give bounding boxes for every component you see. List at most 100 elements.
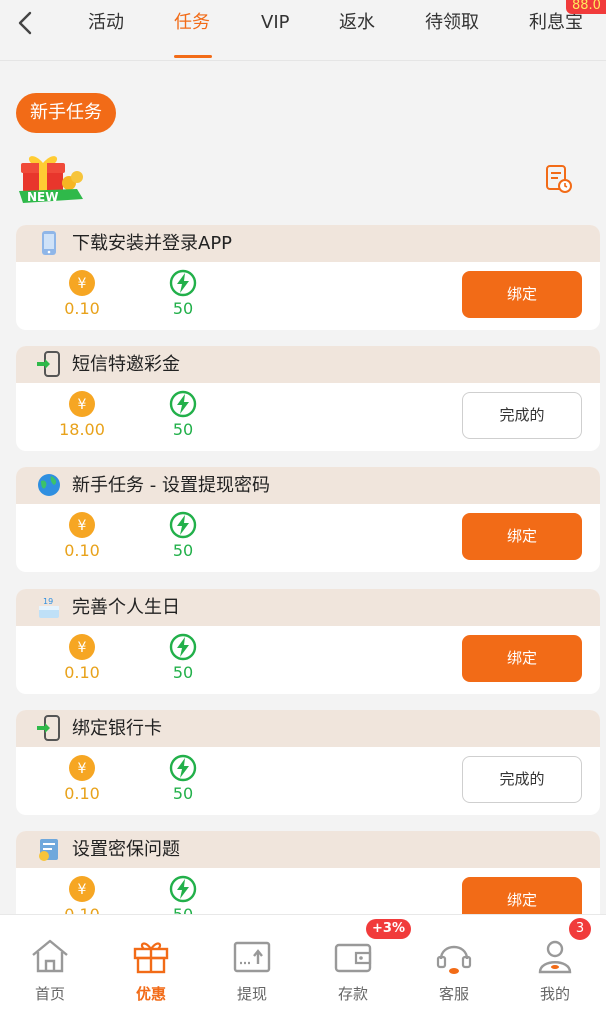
security-question-icon [39, 839, 58, 861]
bind-button[interactable]: 绑定 [462, 513, 582, 560]
task-card: 新手任务 - 设置提现密码 ¥0.10 50 绑定 [16, 467, 600, 572]
task-card-header: 新手任务 - 设置提现密码 [16, 467, 600, 504]
coin-icon: ¥ [69, 512, 95, 538]
lightning-icon [169, 633, 197, 661]
completed-button[interactable]: 完成的 [462, 756, 582, 803]
task-history-icon[interactable] [545, 164, 573, 194]
task-title: 完善个人生日 [72, 597, 180, 618]
tab-tasks[interactable]: 任务 [174, 11, 210, 39]
tab-vip[interactable]: VIP [261, 11, 289, 39]
energy-reward: 50 [153, 511, 213, 560]
headset-icon [436, 945, 472, 974]
bind-button[interactable]: 绑定 [462, 635, 582, 682]
tab-pending[interactable]: 待领取 [425, 11, 479, 39]
tab-rebate[interactable]: 返水 [339, 11, 375, 39]
wallet-icon [334, 943, 372, 973]
money-reward: ¥0.10 [52, 511, 112, 560]
section-tab-newbie-tasks[interactable]: 新手任务 [16, 93, 116, 133]
coin-icon: ¥ [69, 270, 95, 296]
sms-phone-icon [37, 351, 60, 377]
task-title: 绑定银行卡 [72, 718, 162, 739]
nav-customer-service-label: 客服 [438, 985, 469, 1003]
money-value: 0.10 [64, 784, 100, 803]
coin-icon: ¥ [69, 876, 95, 902]
nav-deposit[interactable]: 存款 [313, 937, 393, 1004]
nav-profile-label: 我的 [539, 985, 570, 1003]
nav-deposit-label: 存款 [337, 985, 368, 1003]
energy-value: 50 [172, 299, 194, 318]
money-reward: ¥18.00 [52, 390, 112, 439]
bottom-navigation: 首页 优惠 提现 存款 客服 我的 [0, 914, 606, 1025]
currency-symbol: ¥ [78, 640, 87, 656]
currency-symbol: ¥ [78, 397, 87, 413]
energy-value: 50 [172, 663, 194, 682]
user-icon [538, 940, 572, 974]
new-label: NEW [27, 190, 58, 204]
money-value: 0.10 [64, 299, 100, 318]
back-arrow-icon[interactable] [14, 10, 38, 36]
nav-promotions-label: 优惠 [135, 985, 166, 1003]
task-card: 短信特邀彩金 ¥18.00 50 完成的 [16, 346, 600, 451]
energy-reward: 50 [153, 633, 213, 682]
bank-card-phone-icon [37, 715, 60, 741]
globe-key-icon [38, 474, 60, 496]
task-title: 短信特邀彩金 [72, 354, 180, 375]
lightning-icon [169, 511, 197, 539]
lightning-icon [169, 390, 197, 418]
money-value: 18.00 [59, 420, 105, 439]
currency-symbol: ¥ [78, 518, 87, 534]
nav-customer-service[interactable]: 客服 [414, 937, 494, 1004]
task-card-header: 19 完善个人生日 [16, 589, 600, 626]
energy-value: 50 [172, 541, 194, 560]
lightning-icon [169, 269, 197, 297]
birthday-cake-icon: 19 [39, 597, 59, 618]
money-value: 0.10 [64, 541, 100, 560]
nav-profile[interactable]: 我的 [515, 937, 595, 1004]
task-card: 下载安装并登录APP ¥0.10 50 绑定 [16, 225, 600, 330]
profile-notification-badge: 3 [569, 918, 591, 940]
currency-symbol: ¥ [78, 882, 87, 898]
energy-reward: 50 [153, 269, 213, 318]
money-value: 0.10 [64, 663, 100, 682]
active-tab-indicator [174, 55, 212, 58]
lightning-icon [169, 754, 197, 782]
task-card-header: 短信特邀彩金 [16, 346, 600, 383]
withdraw-icon [233, 941, 271, 973]
energy-value: 50 [172, 420, 194, 439]
interest-badge: 88.0 [566, 0, 606, 14]
task-card-header: 绑定银行卡 [16, 710, 600, 747]
svg-text:19: 19 [43, 597, 53, 606]
task-title: 设置密保问题 [72, 839, 180, 860]
task-card-header: 设置密保问题 [16, 831, 600, 868]
money-reward: ¥0.10 [52, 754, 112, 803]
phone-app-icon [42, 231, 56, 255]
energy-value: 50 [172, 784, 194, 803]
nav-withdraw-label: 提现 [236, 985, 267, 1003]
currency-symbol: ¥ [78, 276, 87, 292]
task-card: 绑定银行卡 ¥0.10 50 完成的 [16, 710, 600, 815]
new-gift-icon: NEW [19, 156, 83, 204]
deposit-bonus-badge: +3% [366, 919, 411, 939]
bind-button[interactable]: 绑定 [462, 271, 582, 318]
home-icon [32, 939, 68, 973]
gift-icon [133, 942, 169, 974]
nav-home-label: 首页 [34, 985, 65, 1003]
task-title: 新手任务 - 设置提现密码 [72, 475, 270, 496]
task-card-header: 下载安装并登录APP [16, 225, 600, 262]
coin-icon: ¥ [69, 391, 95, 417]
money-reward: ¥0.10 [52, 633, 112, 682]
task-title: 下载安装并登录APP [72, 233, 233, 254]
coin-icon: ¥ [69, 755, 95, 781]
nav-promotions[interactable]: 优惠 [111, 937, 191, 1004]
energy-reward: 50 [153, 754, 213, 803]
nav-withdraw[interactable]: 提现 [212, 937, 292, 1004]
task-card: 19 完善个人生日 ¥0.10 50 绑定 [16, 589, 600, 694]
coin-icon: ¥ [69, 634, 95, 660]
completed-button[interactable]: 完成的 [462, 392, 582, 439]
tab-interest[interactable]: 利息宝 [529, 11, 583, 39]
top-tab-bar: 活动 任务 VIP 返水 待领取 利息宝 [0, 0, 606, 61]
tab-activity[interactable]: 活动 [88, 11, 124, 39]
money-reward: ¥0.10 [52, 269, 112, 318]
nav-home[interactable]: 首页 [10, 937, 90, 1004]
energy-reward: 50 [153, 390, 213, 439]
